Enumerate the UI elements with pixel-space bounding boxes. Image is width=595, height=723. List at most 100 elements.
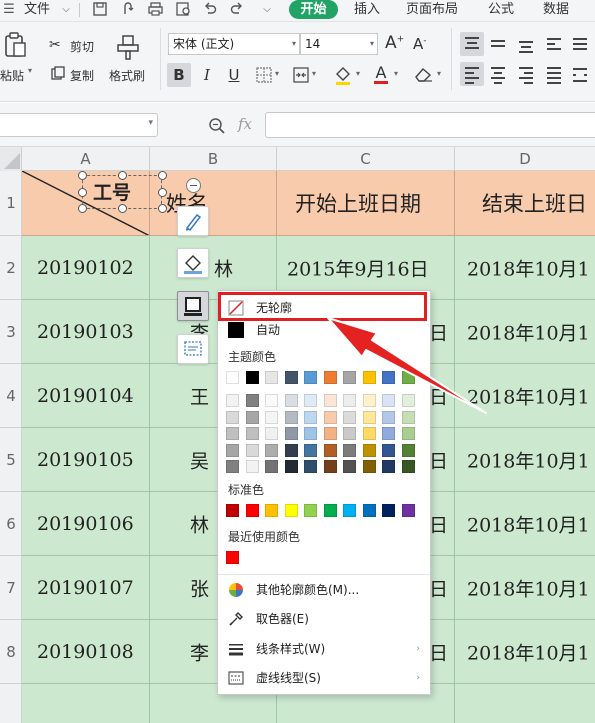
distributed-align-button[interactable] xyxy=(568,62,592,86)
print-icon[interactable] xyxy=(147,2,163,18)
line-style-item[interactable]: 线条样式(W) › xyxy=(218,636,430,662)
increase-font-icon[interactable]: A+ xyxy=(385,33,404,53)
table-cell[interactable] xyxy=(455,684,595,723)
column-header-b[interactable]: B xyxy=(150,147,277,171)
paste-icon[interactable] xyxy=(4,32,26,58)
chevron-down-icon[interactable]: ⌵ xyxy=(58,2,74,18)
row-header-2[interactable]: 2 xyxy=(0,236,22,300)
shape-effects-button[interactable] xyxy=(177,334,209,364)
tab-formulas[interactable]: 公式 xyxy=(488,1,514,19)
theme-color-swatch[interactable] xyxy=(343,371,356,384)
resize-handle[interactable] xyxy=(118,171,127,180)
paste-dropdown-icon[interactable]: ▾ xyxy=(28,66,32,75)
table-cell[interactable]: 2018年10月1 xyxy=(455,300,595,364)
theme-color-swatch[interactable] xyxy=(265,394,278,407)
theme-color-swatch[interactable] xyxy=(304,394,317,407)
theme-color-swatch[interactable] xyxy=(245,460,259,473)
standard-color-swatch[interactable] xyxy=(304,504,317,517)
indent-button[interactable] xyxy=(568,32,592,56)
theme-color-swatch[interactable] xyxy=(284,443,298,457)
theme-color-swatch[interactable] xyxy=(362,410,376,424)
wrap-text-button[interactable] xyxy=(542,32,566,56)
theme-color-swatch[interactable] xyxy=(245,427,259,440)
resize-handle[interactable] xyxy=(118,204,127,213)
format-painter-button[interactable]: 格式刷 xyxy=(109,67,145,84)
table-cell[interactable]: 2018年10月1 xyxy=(455,364,595,428)
file-menu[interactable]: 文件 xyxy=(24,1,50,19)
chevron-down-icon[interactable]: ▾ xyxy=(356,69,360,78)
shape-style-button[interactable] xyxy=(177,206,209,236)
row-header-5[interactable]: 5 xyxy=(0,428,22,492)
theme-color-swatch[interactable] xyxy=(226,394,239,407)
resize-handle[interactable] xyxy=(78,188,87,197)
theme-color-swatch[interactable] xyxy=(284,427,298,440)
more-outline-colors-item[interactable]: 其他轮廓颜色(M)... xyxy=(218,577,430,603)
theme-color-swatch[interactable] xyxy=(304,443,317,457)
theme-color-swatch[interactable] xyxy=(343,394,356,407)
quick-access-more-icon[interactable]: ⌵ xyxy=(259,2,275,18)
row-header-4[interactable]: 4 xyxy=(0,364,22,428)
menu-icon[interactable]: ☰ xyxy=(2,2,16,18)
align-top-button[interactable] xyxy=(460,32,484,56)
collapse-icon[interactable] xyxy=(186,178,201,193)
theme-color-swatch[interactable] xyxy=(284,371,298,384)
theme-color-swatch[interactable] xyxy=(265,460,278,473)
clear-format-icon[interactable] xyxy=(414,66,434,82)
header-cell-end-date[interactable]: 结束上班日 xyxy=(455,171,595,236)
theme-color-swatch[interactable] xyxy=(284,410,298,424)
row-header-8[interactable]: 8 xyxy=(0,620,22,684)
table-cell[interactable]: 20190108 xyxy=(22,620,150,684)
table-cell[interactable]: 20190106 xyxy=(22,492,150,556)
standard-color-swatch[interactable] xyxy=(323,504,337,517)
theme-color-swatch[interactable] xyxy=(304,371,317,384)
column-header-c[interactable]: C xyxy=(277,147,455,171)
name-box[interactable]: ▾ xyxy=(0,113,158,137)
standard-color-swatch[interactable] xyxy=(382,504,395,517)
theme-color-swatch[interactable] xyxy=(226,460,239,473)
resize-handle[interactable] xyxy=(158,171,167,180)
standard-color-swatch[interactable] xyxy=(343,504,356,517)
theme-color-swatch[interactable] xyxy=(245,443,259,457)
borders-icon[interactable] xyxy=(256,67,272,83)
theme-color-swatch[interactable] xyxy=(382,371,395,384)
resize-handle[interactable] xyxy=(158,204,167,213)
justify-button[interactable] xyxy=(542,62,566,86)
theme-color-swatch[interactable] xyxy=(382,410,395,424)
theme-color-swatch[interactable] xyxy=(226,427,239,440)
paste-button[interactable]: 粘贴 xyxy=(0,67,24,84)
theme-color-swatch[interactable] xyxy=(226,410,239,424)
table-cell[interactable]: 2018年10月1 xyxy=(455,556,595,620)
table-cell[interactable]: 20190104 xyxy=(22,364,150,428)
eyedropper-item[interactable]: 取色器(E) xyxy=(218,606,430,632)
chevron-down-icon[interactable]: ▾ xyxy=(312,69,316,78)
theme-color-swatch[interactable] xyxy=(323,410,337,424)
theme-color-swatch[interactable] xyxy=(343,410,356,424)
row-header-1[interactable]: 1 xyxy=(0,171,22,236)
theme-color-swatch[interactable] xyxy=(362,371,376,384)
table-cell[interactable]: 20190102 xyxy=(22,236,150,300)
theme-color-swatch[interactable] xyxy=(401,410,415,424)
column-header-d[interactable]: D xyxy=(455,147,595,171)
theme-color-swatch[interactable] xyxy=(401,394,415,407)
theme-color-swatch[interactable] xyxy=(245,394,259,407)
tab-data[interactable]: 数据 xyxy=(543,1,569,19)
row-header-6[interactable]: 6 xyxy=(0,492,22,556)
theme-color-swatch[interactable] xyxy=(323,427,337,440)
theme-color-swatch[interactable] xyxy=(323,460,337,473)
theme-color-swatch[interactable] xyxy=(245,410,259,424)
formula-input[interactable] xyxy=(265,112,595,138)
column-header-a[interactable]: A xyxy=(22,147,150,171)
fx-icon[interactable]: fx xyxy=(238,115,252,133)
header-cell-name[interactable]: 姓名 xyxy=(150,171,277,236)
resize-handle[interactable] xyxy=(78,204,87,213)
theme-color-swatch[interactable] xyxy=(226,443,239,457)
undo-icon[interactable] xyxy=(202,2,218,18)
font-color-icon[interactable]: A xyxy=(373,63,389,85)
select-all-corner[interactable] xyxy=(0,147,22,171)
theme-color-swatch[interactable] xyxy=(401,460,415,473)
standard-color-swatch[interactable] xyxy=(362,504,376,517)
align-center-button[interactable] xyxy=(486,62,510,86)
standard-color-swatch[interactable] xyxy=(245,504,259,517)
theme-color-swatch[interactable] xyxy=(226,371,239,384)
theme-color-swatch[interactable] xyxy=(265,443,278,457)
